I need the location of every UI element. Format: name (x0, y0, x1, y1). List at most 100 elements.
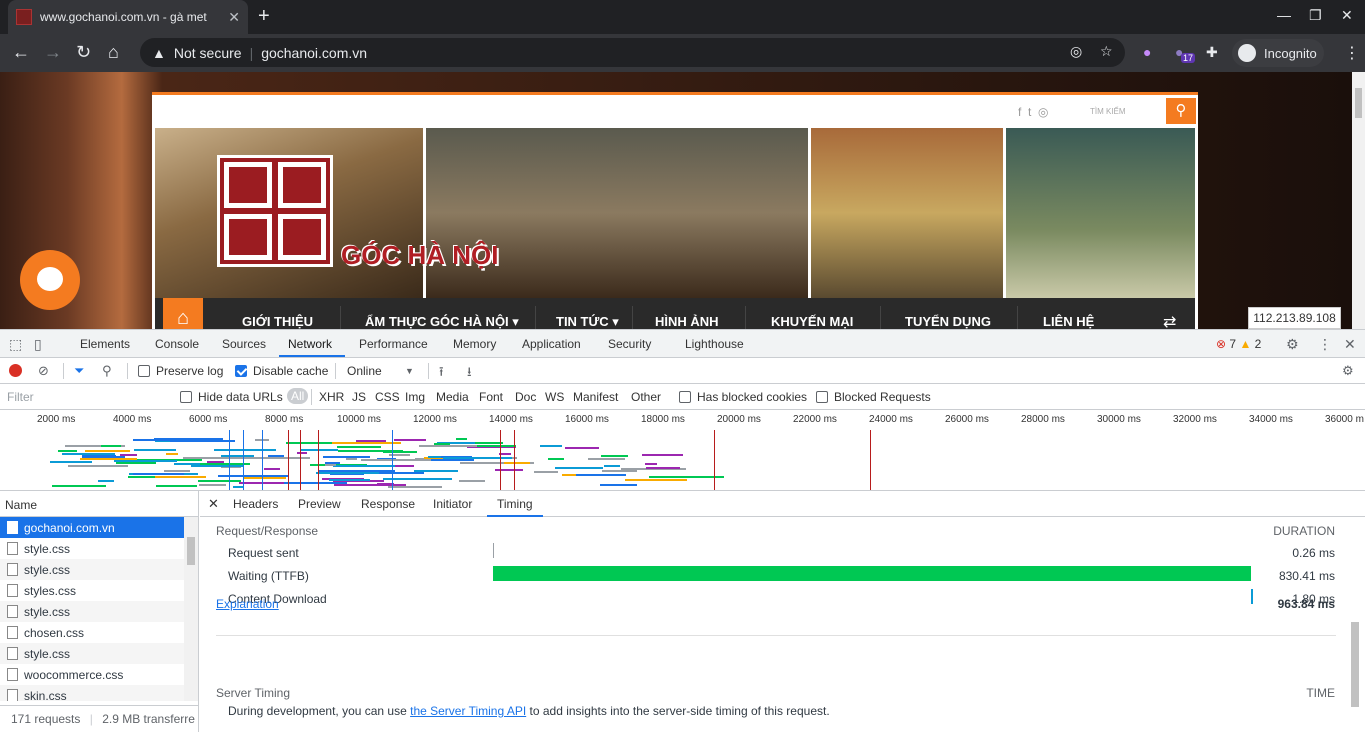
type-filter-doc[interactable]: Doc (515, 390, 536, 404)
chevron-down-icon[interactable]: ▼ (405, 366, 414, 376)
browser-menu-button[interactable]: ⋮ (1344, 43, 1360, 63)
devtools-settings-icon[interactable]: ⚙ (1286, 336, 1299, 353)
devtools-tab-console[interactable]: Console (155, 337, 199, 351)
detail-scrollbar-thumb[interactable] (1351, 622, 1359, 707)
search-icon[interactable]: ⚲ (102, 363, 112, 379)
back-button[interactable]: ← (12, 42, 30, 62)
export-har-icon[interactable]: ⭳ (467, 363, 472, 385)
page-scrollbar-thumb[interactable] (1355, 88, 1362, 118)
type-filter-media[interactable]: Media (436, 390, 469, 404)
devtools-tab-network[interactable]: Network (288, 337, 332, 351)
detail-scrollbar[interactable] (1348, 517, 1362, 732)
preserve-log-checkbox[interactable] (138, 365, 150, 377)
nav-item-hinh-anh[interactable]: HÌNH ẢNH (655, 314, 719, 329)
devtools-close-icon[interactable]: ✕ (1344, 336, 1356, 353)
chat-widget-button[interactable] (20, 250, 80, 310)
shuffle-icon[interactable]: ⇄ (1163, 312, 1176, 329)
has-blocked-cookies-checkbox[interactable] (679, 391, 691, 403)
request-row[interactable]: styles.css (0, 580, 184, 601)
minimize-window-button[interactable]: — (1277, 7, 1291, 23)
devtools-tab-application[interactable]: Application (522, 337, 581, 351)
devtools-tab-security[interactable]: Security (608, 337, 651, 351)
close-window-button[interactable]: ✕ (1341, 7, 1353, 24)
type-filter-font[interactable]: Font (479, 390, 503, 404)
devtools-tab-memory[interactable]: Memory (453, 337, 496, 351)
detail-tab-timing[interactable]: Timing (497, 497, 533, 511)
type-filter-css[interactable]: CSS (375, 390, 400, 404)
request-row[interactable]: chosen.css (0, 622, 184, 643)
devtools-tab-performance[interactable]: Performance (359, 337, 428, 351)
request-row[interactable]: style.css (0, 559, 184, 580)
request-row[interactable]: style.css (0, 538, 184, 559)
incognito-indicator[interactable]: Incognito (1232, 39, 1324, 67)
type-filter-js[interactable]: JS (352, 390, 366, 404)
new-tab-button[interactable]: + (258, 6, 270, 26)
blocked-requests-checkbox[interactable] (816, 391, 828, 403)
page-scrollbar[interactable] (1352, 72, 1365, 329)
forward-button[interactable]: → (44, 42, 62, 62)
request-row[interactable]: skin.css (0, 685, 184, 701)
request-row[interactable]: woocommerce.css (0, 664, 184, 685)
type-filter-other[interactable]: Other (631, 390, 661, 404)
devtools-menu-icon[interactable]: ⋮ (1318, 336, 1332, 353)
hide-data-urls-label[interactable]: Hide data URLs (198, 390, 283, 404)
disable-cache-checkbox[interactable] (235, 365, 247, 377)
reload-button[interactable]: ↻ (76, 42, 91, 62)
device-toolbar-icon[interactable]: ▯ (34, 336, 42, 353)
clear-icon[interactable]: ⊘ (38, 363, 49, 379)
site-search-input[interactable]: TÌM KIẾM (1078, 98, 1166, 124)
eye-off-icon[interactable]: ◎ (1070, 43, 1082, 60)
url-text[interactable]: gochanoi.com.vn (261, 45, 367, 61)
type-filter-xhr[interactable]: XHR (319, 390, 344, 404)
name-column-header[interactable]: Name (0, 491, 199, 517)
extension-icon[interactable]: ● (1143, 44, 1151, 60)
type-filter-all[interactable]: All (287, 388, 309, 404)
browser-tab[interactable]: www.gochanoi.com.vn - gà met ✕ (8, 0, 248, 34)
devtools-tab-lighthouse[interactable]: Lighthouse (685, 337, 744, 351)
close-tab-icon[interactable]: ✕ (228, 9, 240, 26)
close-detail-icon[interactable]: ✕ (208, 496, 219, 512)
hide-data-urls-checkbox[interactable] (180, 391, 192, 403)
home-button[interactable]: ⌂ (108, 42, 119, 62)
maximize-window-button[interactable]: ❐ (1309, 7, 1322, 24)
preserve-log-label[interactable]: Preserve log (156, 364, 223, 378)
nav-item-lien-he[interactable]: LIÊN HỆ (1043, 314, 1094, 329)
timing-bar-request-sent[interactable] (493, 543, 494, 558)
request-row[interactable]: style.css (0, 643, 184, 664)
filter-input[interactable]: Filter (4, 388, 166, 406)
issues-counter[interactable]: ⊗ 7 ▲ 2 (1216, 337, 1261, 351)
explanation-link[interactable]: Explanation (216, 597, 279, 611)
bookmark-star-icon[interactable]: ☆ (1100, 43, 1113, 60)
site-logo-text[interactable]: GÓC HÀ NỘI (341, 240, 498, 271)
detail-tab-initiator[interactable]: Initiator (433, 497, 472, 511)
devtools-tab-elements[interactable]: Elements (80, 337, 130, 351)
import-har-icon[interactable]: ⭱ (439, 363, 444, 385)
nav-home-icon[interactable]: ⌂ (163, 298, 203, 329)
has-blocked-cookies-label[interactable]: Has blocked cookies (697, 390, 807, 404)
request-row[interactable]: style.css (0, 601, 184, 622)
timing-bar-waiting[interactable] (493, 566, 1252, 581)
nav-item-khuyen-mai[interactable]: KHUYẾN MẠI (771, 314, 853, 329)
request-list-scrollbar-thumb[interactable] (187, 537, 195, 565)
nav-item-tin-tuc[interactable]: TIN TỨC ▾ (556, 314, 619, 329)
address-bar[interactable]: ▲ Not secure | gochanoi.com.vn ◎ ☆ (140, 38, 1125, 67)
blocked-requests-label[interactable]: Blocked Requests (834, 390, 931, 404)
record-button[interactable] (9, 364, 22, 377)
detail-tab-headers[interactable]: Headers (233, 497, 278, 511)
devtools-tab-sources[interactable]: Sources (222, 337, 266, 351)
server-timing-api-link[interactable]: the Server Timing API (410, 704, 526, 718)
type-filter-manifest[interactable]: Manifest (573, 390, 618, 404)
request-row[interactable]: gochanoi.com.vn (0, 517, 184, 538)
extensions-puzzle-icon[interactable]: ✚ (1206, 44, 1218, 61)
nav-item-gioi-thieu[interactable]: GIỚI THIỆU (242, 314, 313, 329)
detail-tab-preview[interactable]: Preview (298, 497, 341, 511)
network-overview-timeline[interactable]: 2000 ms 4000 ms 6000 ms 8000 ms 10000 ms… (0, 410, 1365, 491)
security-label[interactable]: Not secure (174, 45, 242, 61)
network-settings-icon[interactable]: ⚙ (1342, 363, 1354, 379)
nav-item-am-thuc[interactable]: ẨM THỰC GÓC HÀ NỘI ▾ (365, 314, 519, 329)
type-filter-img[interactable]: Img (405, 390, 425, 404)
social-icons[interactable]: f t ◎ (1018, 105, 1048, 119)
warning-icon[interactable]: ▲ (152, 45, 166, 61)
site-logo[interactable] (217, 155, 333, 267)
timing-bar-content-download[interactable] (1251, 589, 1253, 604)
